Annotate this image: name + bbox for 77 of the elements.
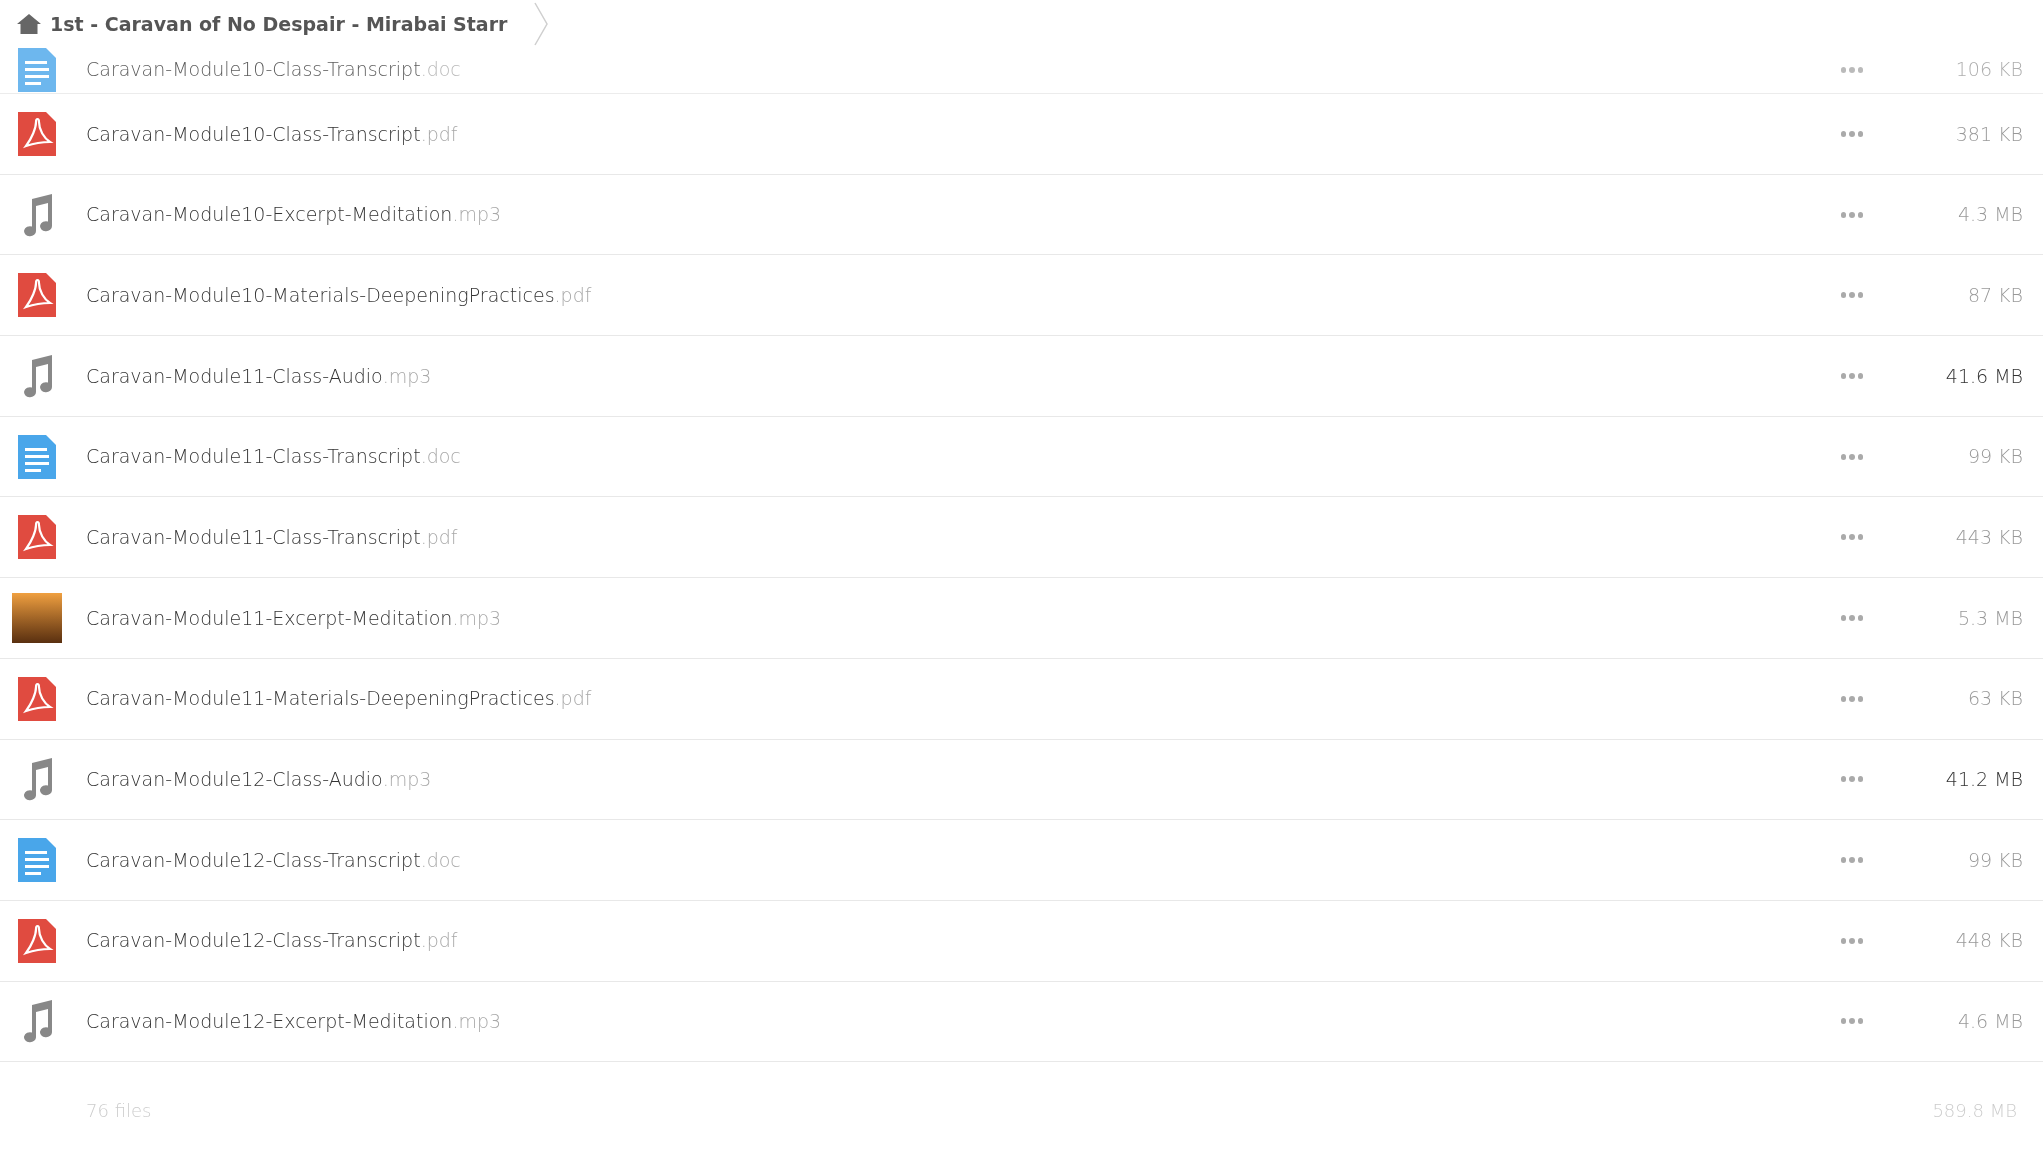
- more-options-icon[interactable]: [1841, 534, 1863, 541]
- more-options-icon[interactable]: [1841, 695, 1863, 702]
- file-row[interactable]: Caravan-Module11-Excerpt-Meditation.mp3 5.3 MB: [0, 578, 2043, 659]
- pdf-file-icon: [18, 515, 56, 560]
- pdf-file-icon: [18, 273, 56, 318]
- file-size: 381 KB: [1954, 121, 2024, 147]
- file-size: 443 KB: [1954, 525, 2024, 551]
- file-name: Caravan-Module12-Class-Transcript: [86, 847, 421, 873]
- file-size: 41.6 MB: [1944, 363, 2024, 389]
- file-extension: .doc: [420, 847, 461, 873]
- pdf-file-icon: [18, 111, 56, 156]
- pdf-file-icon: [18, 918, 56, 963]
- file-name: Caravan-Module10-Excerpt-Meditation: [86, 202, 453, 228]
- more-options-icon[interactable]: [1841, 211, 1863, 218]
- more-options-icon[interactable]: [1841, 857, 1863, 864]
- file-extension: .pdf: [420, 928, 458, 954]
- breadcrumb-title[interactable]: 1st - Caravan of No Despair - Mirabai Starr: [50, 9, 508, 39]
- file-row[interactable]: Caravan-Module11-Class-Transcript.doc 99 KB: [0, 416, 2043, 498]
- file-size: 87 KB: [1966, 282, 2024, 308]
- file-extension: .pdf: [420, 525, 458, 551]
- file-name: Caravan-Module10-Class-Transcript: [86, 57, 421, 83]
- pdf-file-icon: [18, 676, 56, 721]
- file-row[interactable]: Caravan-Module12-Class-Transcript.doc 99 KB: [0, 820, 2043, 901]
- file-row[interactable]: Caravan-Module10-Class-Transcript.pdf 381 KB: [0, 94, 2043, 175]
- file-name: Caravan-Module11-Class-Transcript: [86, 525, 421, 551]
- file-extension: .mp3: [382, 767, 432, 793]
- document-file-icon: [18, 434, 56, 479]
- file-extension: .doc: [420, 57, 461, 83]
- document-file-icon: [18, 838, 56, 883]
- file-size: 99 KB: [1966, 847, 2024, 873]
- more-options-icon[interactable]: [1841, 66, 1863, 73]
- more-options-icon[interactable]: [1841, 453, 1863, 460]
- file-name: Caravan-Module12-Class-Audio: [86, 767, 383, 793]
- more-options-icon[interactable]: [1841, 937, 1863, 944]
- file-row[interactable]: Caravan-Module12-Excerpt-Meditation.mp3 4.6 MB: [0, 981, 2043, 1063]
- more-options-icon[interactable]: [1841, 776, 1863, 783]
- file-name: Caravan-Module12-Class-Transcript: [86, 928, 421, 954]
- file-size: 99 KB: [1966, 444, 2024, 470]
- album-cover-thumbnail: [12, 592, 62, 643]
- more-options-icon[interactable]: [1841, 372, 1863, 379]
- file-extension: .mp3: [452, 202, 502, 228]
- file-extension: .pdf: [420, 121, 458, 147]
- more-options-icon[interactable]: [1841, 130, 1863, 137]
- file-extension: .pdf: [554, 282, 592, 308]
- breadcrumb-separator-icon: [533, 2, 550, 46]
- more-options-icon[interactable]: [1841, 614, 1863, 621]
- file-size: 4.6 MB: [1956, 1009, 2024, 1035]
- file-row[interactable]: Caravan-Module12-Class-Audio.mp3 41.2 MB: [0, 739, 2043, 821]
- file-size: 448 KB: [1954, 928, 2024, 954]
- file-row[interactable]: Caravan-Module11-Class-Audio.mp3 41.6 MB: [0, 336, 2043, 417]
- file-name: Caravan-Module10-Class-Transcript: [86, 121, 421, 147]
- file-extension: .doc: [420, 444, 461, 470]
- file-row[interactable]: Caravan-Module10-Class-Transcript.doc 106 KB: [0, 46, 2043, 94]
- file-row[interactable]: Caravan-Module12-Class-Transcript.pdf 448 KB: [0, 900, 2043, 982]
- file-name: Caravan-Module12-Excerpt-Meditation: [86, 1009, 453, 1035]
- file-name: Caravan-Module11-Excerpt-Meditation: [86, 605, 453, 631]
- file-name: Caravan-Module11-Class-Transcript: [86, 444, 421, 470]
- file-row[interactable]: Caravan-Module10-Materials-DeepeningPractices.pdf 87 KB: [0, 255, 2043, 337]
- file-size: 106 KB: [1954, 57, 2024, 83]
- file-row[interactable]: Caravan-Module11-Materials-DeepeningPractices.pdf 63 KB: [0, 658, 2043, 740]
- file-extension: .mp3: [382, 363, 432, 389]
- file-extension: .mp3: [452, 1009, 502, 1035]
- file-extension: .pdf: [554, 686, 592, 712]
- more-options-icon[interactable]: [1841, 1018, 1863, 1025]
- file-size: 63 KB: [1966, 686, 2024, 712]
- file-name: Caravan-Module11-Class-Audio: [86, 363, 383, 389]
- file-size: 41.2 MB: [1944, 767, 2024, 793]
- file-size: 4.3 MB: [1956, 202, 2024, 228]
- file-extension: .mp3: [452, 605, 502, 631]
- file-row[interactable]: Caravan-Module11-Class-Transcript.pdf 443 KB: [0, 497, 2043, 579]
- file-name: Caravan-Module10-Materials-DeepeningPractices: [86, 282, 555, 308]
- file-name: Caravan-Module11-Materials-DeepeningPractices: [86, 686, 555, 712]
- file-size: 5.3 MB: [1956, 605, 2024, 631]
- document-file-icon: [18, 47, 56, 92]
- file-row[interactable]: Caravan-Module10-Excerpt-Meditation.mp3 4.3 MB: [0, 174, 2043, 256]
- home-icon[interactable]: [16, 13, 42, 35]
- more-options-icon[interactable]: [1841, 292, 1863, 299]
